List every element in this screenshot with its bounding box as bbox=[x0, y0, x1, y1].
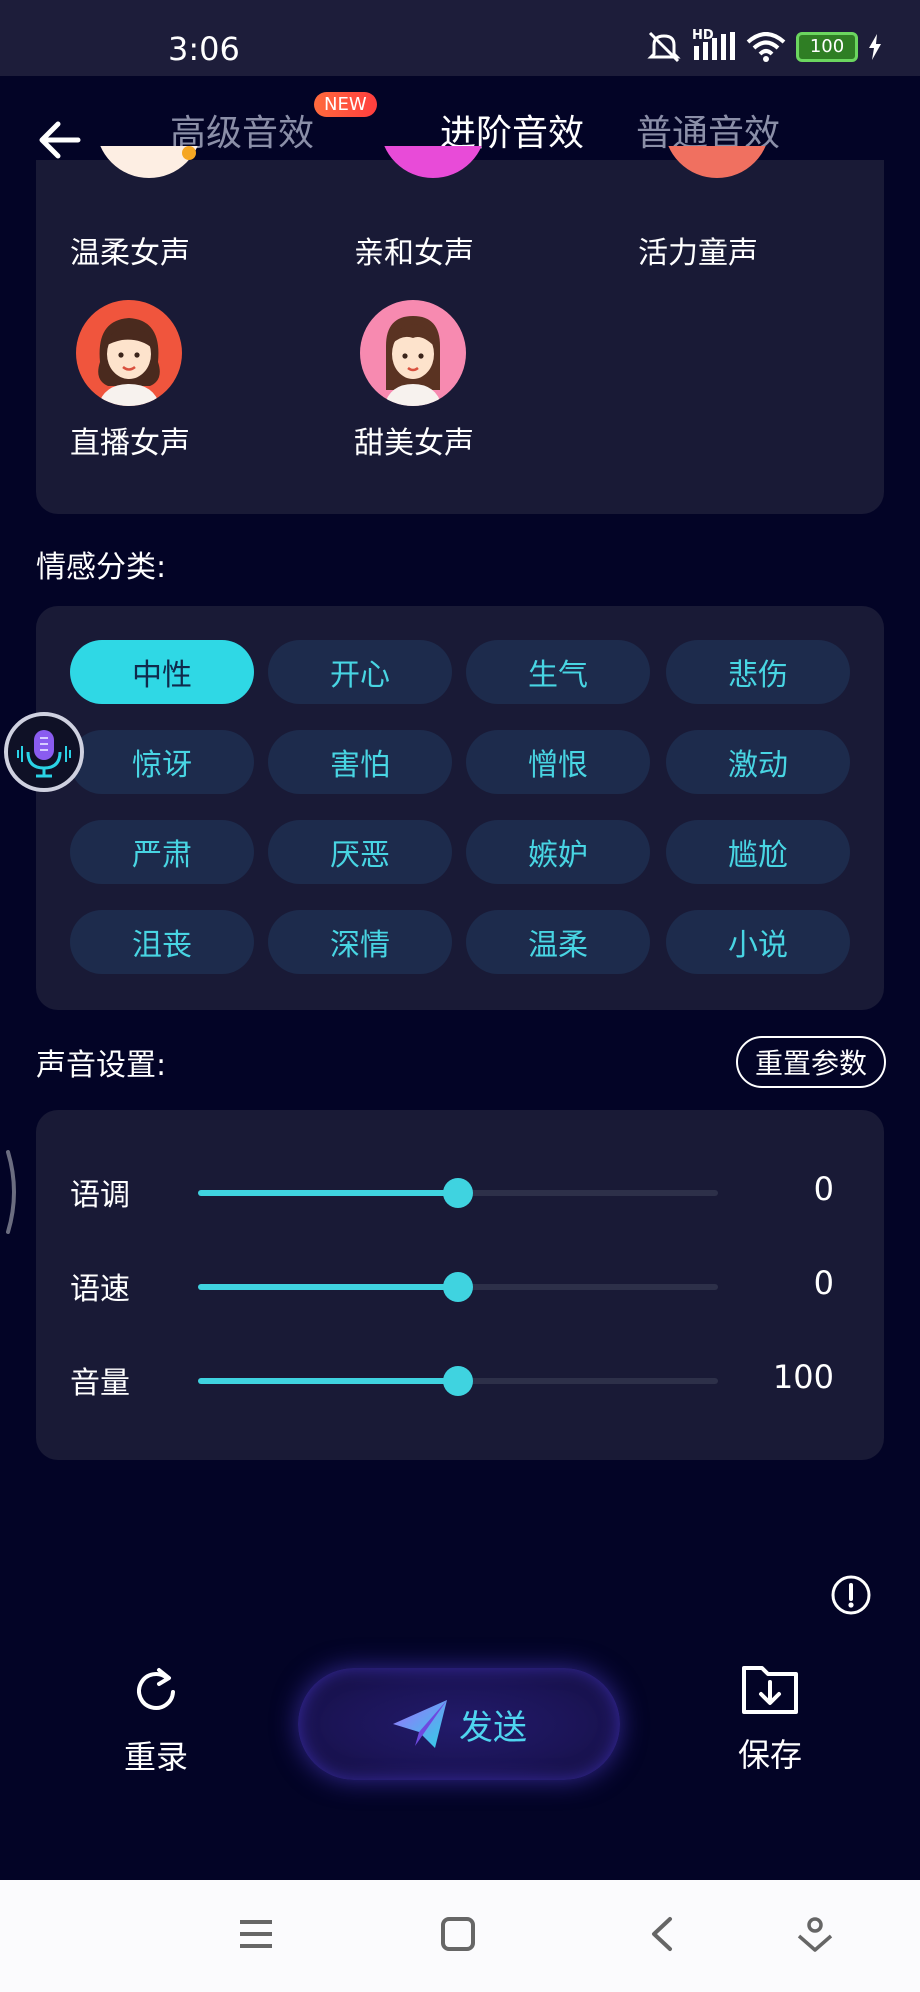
mute-bell-icon bbox=[647, 31, 681, 63]
emotion-chip[interactable]: 厌恶 bbox=[268, 820, 452, 884]
send-button[interactable]: 发送 bbox=[298, 1668, 620, 1780]
send-label: 发送 bbox=[459, 1707, 527, 1748]
emotion-section-title: 情感分类: bbox=[36, 550, 167, 585]
voice-label[interactable]: 亲和女声 bbox=[354, 228, 474, 272]
rerecord-button[interactable]: 重录 bbox=[110, 1664, 202, 1778]
menu-icon[interactable] bbox=[238, 1916, 274, 1952]
rerecord-label: 重录 bbox=[123, 1738, 188, 1776]
girl-avatar-icon bbox=[98, 318, 160, 406]
speed-value: 0 bbox=[813, 1264, 834, 1302]
refresh-icon bbox=[137, 1668, 175, 1710]
pitch-label: 语调 bbox=[70, 1178, 130, 1213]
volume-slider-thumb[interactable] bbox=[443, 1366, 473, 1396]
emotion-chip[interactable]: 尴尬 bbox=[666, 820, 850, 884]
battery-icon: 100 bbox=[796, 32, 858, 62]
emotion-chip[interactable]: 沮丧 bbox=[70, 910, 254, 974]
back-nav-icon[interactable] bbox=[648, 1916, 676, 1952]
system-nav-bar bbox=[0, 1880, 920, 1992]
emotion-chip[interactable]: 惊讶 bbox=[70, 730, 254, 794]
back-button[interactable] bbox=[34, 114, 86, 166]
volume-value: 100 bbox=[772, 1358, 834, 1396]
emotion-chip[interactable]: 害怕 bbox=[268, 730, 452, 794]
volume-label: 音量 bbox=[70, 1366, 130, 1401]
charging-icon bbox=[869, 34, 881, 60]
assistant-icon[interactable] bbox=[796, 1916, 834, 1954]
speed-slider-fill bbox=[198, 1284, 458, 1290]
emotion-chip[interactable]: 嫉妒 bbox=[466, 820, 650, 884]
pitch-slider-fill bbox=[198, 1190, 458, 1196]
emotion-chip[interactable]: 严肃 bbox=[70, 820, 254, 884]
emotion-chip[interactable]: 悲伤 bbox=[666, 640, 850, 704]
save-label: 保存 bbox=[737, 1736, 802, 1774]
arrow-left-icon bbox=[39, 121, 81, 159]
voice-label[interactable]: 活力童声 bbox=[638, 228, 758, 272]
save-button[interactable]: 保存 bbox=[722, 1660, 818, 1776]
wifi-icon bbox=[746, 32, 786, 62]
volume-slider[interactable] bbox=[198, 1366, 718, 1396]
floating-mic-button[interactable] bbox=[4, 712, 84, 792]
avatar-sweet-female[interactable] bbox=[360, 300, 466, 406]
edge-handle[interactable] bbox=[6, 1150, 20, 1234]
avatar-live-female[interactable] bbox=[76, 300, 182, 406]
pitch-slider[interactable] bbox=[198, 1178, 718, 1208]
voice-label[interactable]: 甜美女声 bbox=[354, 418, 474, 462]
new-badge: NEW bbox=[314, 92, 377, 117]
speed-slider-thumb[interactable] bbox=[443, 1272, 473, 1302]
sound-settings-title: 声音设置: bbox=[36, 1048, 167, 1083]
voice-label[interactable]: 温柔女声 bbox=[70, 228, 190, 272]
status-bar: 3:06 HD 100 bbox=[0, 0, 920, 76]
emotion-chip[interactable]: 温柔 bbox=[466, 910, 650, 974]
status-time: 3:06 bbox=[168, 30, 240, 68]
emotion-chip[interactable]: 小说 bbox=[666, 910, 850, 974]
emotion-chip[interactable]: 憎恨 bbox=[466, 730, 650, 794]
speed-slider[interactable] bbox=[198, 1272, 718, 1302]
status-icons: HD 100 bbox=[646, 28, 882, 64]
avatar-child-partial[interactable] bbox=[664, 146, 770, 178]
info-icon[interactable] bbox=[830, 1574, 872, 1616]
girl-avatar-icon bbox=[384, 316, 442, 406]
emotion-chip[interactable]: 深情 bbox=[268, 910, 452, 974]
avatar-gentle-partial[interactable] bbox=[96, 146, 202, 178]
emotion-chip[interactable]: 开心 bbox=[268, 640, 452, 704]
emotion-card: 中性 开心 生气 悲伤 惊讶 害怕 憎恨 激动 严肃 厌恶 嫉妒 尴尬 沮丧 深… bbox=[36, 606, 884, 1010]
voice-list-card: 温柔女声 亲和女声 活力童声 直播女声 甜美女声 bbox=[36, 146, 884, 514]
sound-settings-card: 语调 0 语速 0 音量 100 bbox=[36, 1110, 884, 1460]
emotion-chip[interactable]: 生气 bbox=[466, 640, 650, 704]
reset-params-button[interactable]: 重置参数 bbox=[736, 1036, 886, 1088]
emotion-chip[interactable]: 中性 bbox=[70, 640, 254, 704]
home-icon[interactable] bbox=[440, 1916, 476, 1952]
speed-label: 语速 bbox=[70, 1272, 130, 1307]
signal-icon: HD bbox=[692, 28, 736, 62]
folder-download-icon bbox=[742, 1666, 798, 1714]
emotion-chip[interactable]: 激动 bbox=[666, 730, 850, 794]
microphone-icon bbox=[17, 730, 71, 778]
avatar-friendly-partial[interactable] bbox=[380, 146, 486, 178]
paper-plane-icon bbox=[393, 1700, 447, 1748]
voice-label[interactable]: 直播女声 bbox=[70, 418, 190, 462]
pitch-value: 0 bbox=[813, 1170, 834, 1208]
volume-slider-fill bbox=[198, 1378, 458, 1384]
pitch-slider-thumb[interactable] bbox=[443, 1178, 473, 1208]
